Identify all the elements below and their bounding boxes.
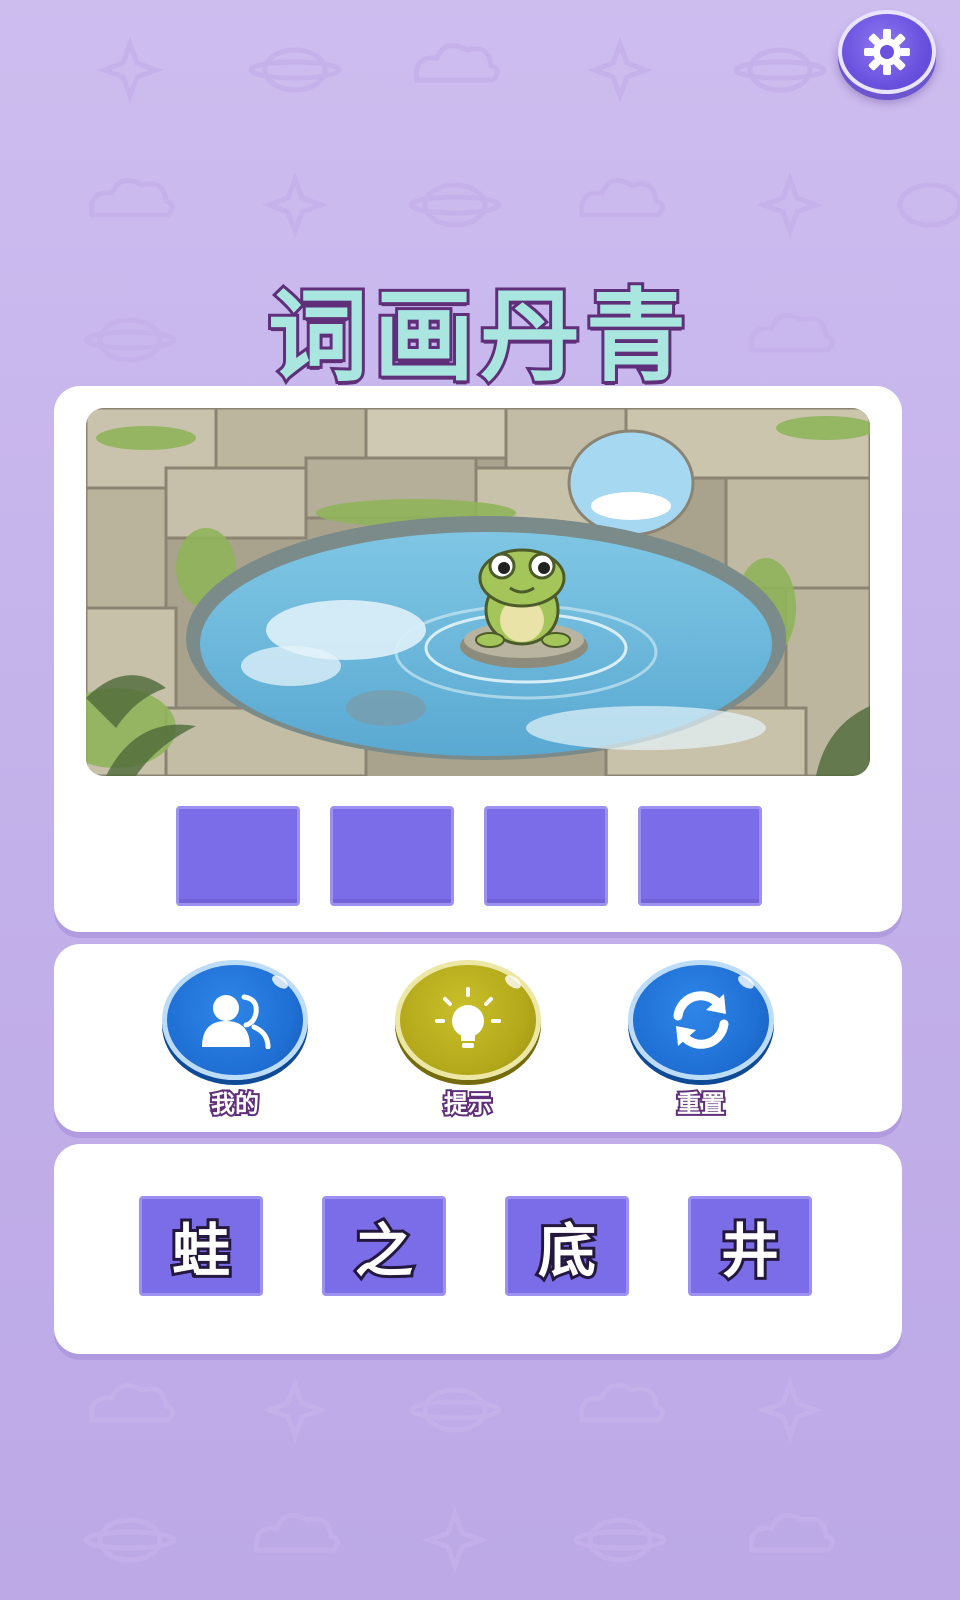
hint-circle[interactable] [395, 960, 541, 1080]
puzzle-card [54, 386, 902, 932]
hint-label: 提示 [442, 1088, 494, 1120]
my-profile-button[interactable]: 我的 [160, 960, 310, 1120]
choice-tile[interactable]: 蛙 [139, 1196, 263, 1296]
choice-tile[interactable]: 之 [322, 1196, 446, 1296]
frog-illustration [475, 548, 571, 648]
answer-slot[interactable] [330, 806, 454, 906]
answer-slot[interactable] [176, 806, 300, 906]
refresh-icon [673, 991, 729, 1049]
reset-button[interactable]: 重置 [626, 960, 776, 1120]
puzzle-image [86, 408, 870, 776]
reset-circle[interactable] [628, 960, 774, 1080]
choice-tile[interactable]: 底 [505, 1196, 629, 1296]
my-profile-label: 我的 [209, 1088, 261, 1120]
answer-slot[interactable] [638, 806, 762, 906]
settings-button[interactable] [838, 10, 936, 94]
choice-tile[interactable]: 井 [688, 1196, 812, 1296]
gear-icon [864, 29, 910, 75]
game-title: 词画丹青 [265, 275, 692, 398]
actions-panel: 我的 提示 重置 [54, 944, 902, 1132]
reset-label: 重置 [675, 1088, 727, 1120]
lightbulb-icon [435, 987, 501, 1048]
hint-button[interactable]: 提示 [393, 960, 543, 1120]
my-profile-circle[interactable] [162, 960, 308, 1080]
choices-panel: 蛙 之 底 井 [54, 1144, 902, 1354]
answer-slot[interactable] [484, 806, 608, 906]
users-icon [202, 994, 271, 1049]
